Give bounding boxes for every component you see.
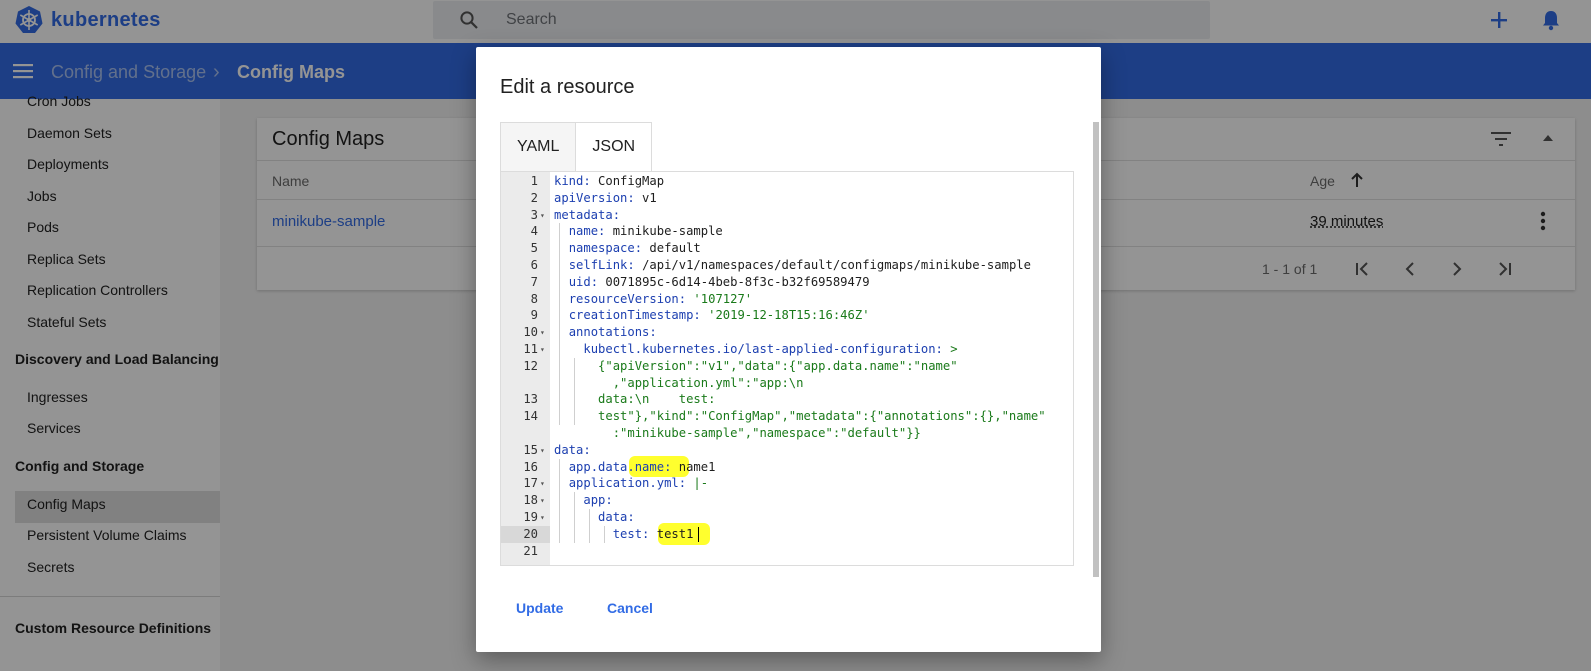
code-text: creationTimestamp: '2019-12-18T15:16:46Z… <box>568 308 870 323</box>
code-text: application.yml: |- <box>568 476 709 491</box>
code-line[interactable]: 6 selfLink: /api/v1/namespaces/default/c… <box>501 257 1073 274</box>
code-line[interactable]: 13 data:\n test: <box>501 391 1073 408</box>
code-line[interactable]: 19 ▾ data: <box>501 509 1073 526</box>
tab-yaml[interactable]: YAML <box>500 122 576 171</box>
line-number: 14 <box>523 409 538 424</box>
fold-toggle-icon[interactable]: ▾ <box>540 492 545 509</box>
line-number: 6 <box>530 258 538 272</box>
code-text: uid: 0071895c-6d14-4beb-8f3c-b32f6958947… <box>568 274 870 289</box>
code-text: test"},"kind":"ConfigMap","metadata":{"a… <box>554 409 1046 424</box>
code-text: {"apiVersion":"v1","data":{"app.data.nam… <box>554 358 958 373</box>
line-number: 20 <box>523 526 538 541</box>
edit-resource-dialog: Edit a resource YAML JSON 1 kind: ConfigM… <box>476 47 1101 652</box>
code-editor[interactable]: 1 kind: ConfigMap 2 apiVersion: v1 3 ▾ metadat… <box>500 171 1074 566</box>
line-number: 19 <box>523 510 538 524</box>
code-text: annotations: <box>568 325 657 340</box>
code-line[interactable]: 7 uid: 0071895c-6d14-4beb-8f3c-b32f69589… <box>501 274 1073 291</box>
line-number: 11 <box>523 342 538 356</box>
code-line[interactable]: 8 resourceVersion: '107127' <box>501 291 1073 308</box>
line-number: 21 <box>523 543 538 558</box>
update-button[interactable]: Update <box>516 600 563 616</box>
code-text: kubectl.kubernetes.io/last-applied-confi… <box>583 342 958 356</box>
code-text: resourceVersion: '107127' <box>568 291 753 306</box>
code-text: app: <box>583 493 613 508</box>
code-text: namespace: default <box>568 241 701 256</box>
code-line[interactable]: 3 ▾ metadata: <box>501 207 1073 224</box>
code-line[interactable]: :"minikube-sample","namespace":"default"… <box>501 425 1073 442</box>
line-number: 10 <box>523 325 538 340</box>
line-number: 9 <box>530 308 538 323</box>
code-line[interactable]: 1 kind: ConfigMap <box>501 173 1073 190</box>
code-line[interactable]: 18 ▾ app: <box>501 492 1073 509</box>
code-line[interactable]: 4 name: minikube-sample <box>501 223 1073 240</box>
line-number: 12 <box>523 358 538 373</box>
code-line[interactable]: 15 ▾ data: <box>501 442 1073 459</box>
code-line[interactable]: 10 ▾ annotations: <box>501 324 1073 341</box>
line-number: 17 <box>523 476 538 491</box>
code-line[interactable]: 17 ▾ application.yml: |- <box>501 475 1073 492</box>
fold-toggle-icon[interactable]: ▾ <box>540 341 545 358</box>
line-number: 16 <box>523 459 538 474</box>
cancel-button[interactable]: Cancel <box>607 600 653 616</box>
code-text: data:\n test: <box>554 392 716 407</box>
tab-json[interactable]: JSON <box>575 122 653 171</box>
line-number: 3 <box>530 207 538 222</box>
dialog-title: Edit a resource <box>500 76 635 98</box>
code-text: kind: ConfigMap <box>554 174 665 188</box>
code-line[interactable]: 14 test"},"kind":"ConfigMap","metadata":… <box>501 408 1073 425</box>
line-number: 8 <box>530 291 538 306</box>
fold-toggle-icon[interactable]: ▾ <box>540 509 545 526</box>
text-cursor <box>698 526 699 542</box>
code-line[interactable]: 9 creationTimestamp: '2019-12-18T15:16:4… <box>501 307 1073 324</box>
code-line[interactable]: 2 apiVersion: v1 <box>501 190 1073 207</box>
code-line[interactable]: 21 <box>501 543 1073 560</box>
code-line[interactable]: ,"application.yml":"app:\n <box>501 375 1073 392</box>
code-text: app.data.name: name1 <box>568 459 716 474</box>
line-number: 5 <box>530 241 538 256</box>
code-line[interactable]: 20 test: test1 <box>501 526 1073 543</box>
code-text: selfLink: /api/v1/namespaces/default/con… <box>568 258 1031 272</box>
dialog-scrollbar[interactable] <box>1093 122 1099 577</box>
code-text: test: test1 <box>612 526 694 541</box>
line-number: 4 <box>530 224 538 239</box>
fold-toggle-icon[interactable]: ▾ <box>540 475 545 492</box>
code-line[interactable]: 5 namespace: default <box>501 240 1073 257</box>
fold-toggle-icon[interactable]: ▾ <box>540 442 545 459</box>
line-number: 13 <box>523 392 538 407</box>
line-number: 2 <box>530 190 538 205</box>
code-text: metadata: <box>554 207 621 222</box>
code-line[interactable]: 12 {"apiVersion":"v1","data":{"app.data.… <box>501 358 1073 375</box>
code-text: data: <box>554 442 591 457</box>
code-text: name: minikube-sample <box>568 224 723 239</box>
format-tabs: YAML JSON <box>500 122 653 171</box>
line-number: 1 <box>530 174 538 188</box>
code-line[interactable]: 11 ▾ kubectl.kubernetes.io/last-applied-c… <box>501 341 1073 358</box>
code-text: ,"application.yml":"app:\n <box>554 375 804 390</box>
code-text: :"minikube-sample","namespace":"default"… <box>554 426 921 440</box>
line-number: 15 <box>523 442 538 457</box>
fold-toggle-icon[interactable]: ▾ <box>540 207 545 224</box>
code-text: data: <box>598 510 635 524</box>
fold-toggle-icon[interactable]: ▾ <box>540 324 545 341</box>
code-line[interactable]: 16 app.data.name: name1 <box>501 459 1073 476</box>
line-number: 7 <box>530 274 538 289</box>
code-text: apiVersion: v1 <box>554 190 657 205</box>
line-number: 18 <box>523 493 538 508</box>
